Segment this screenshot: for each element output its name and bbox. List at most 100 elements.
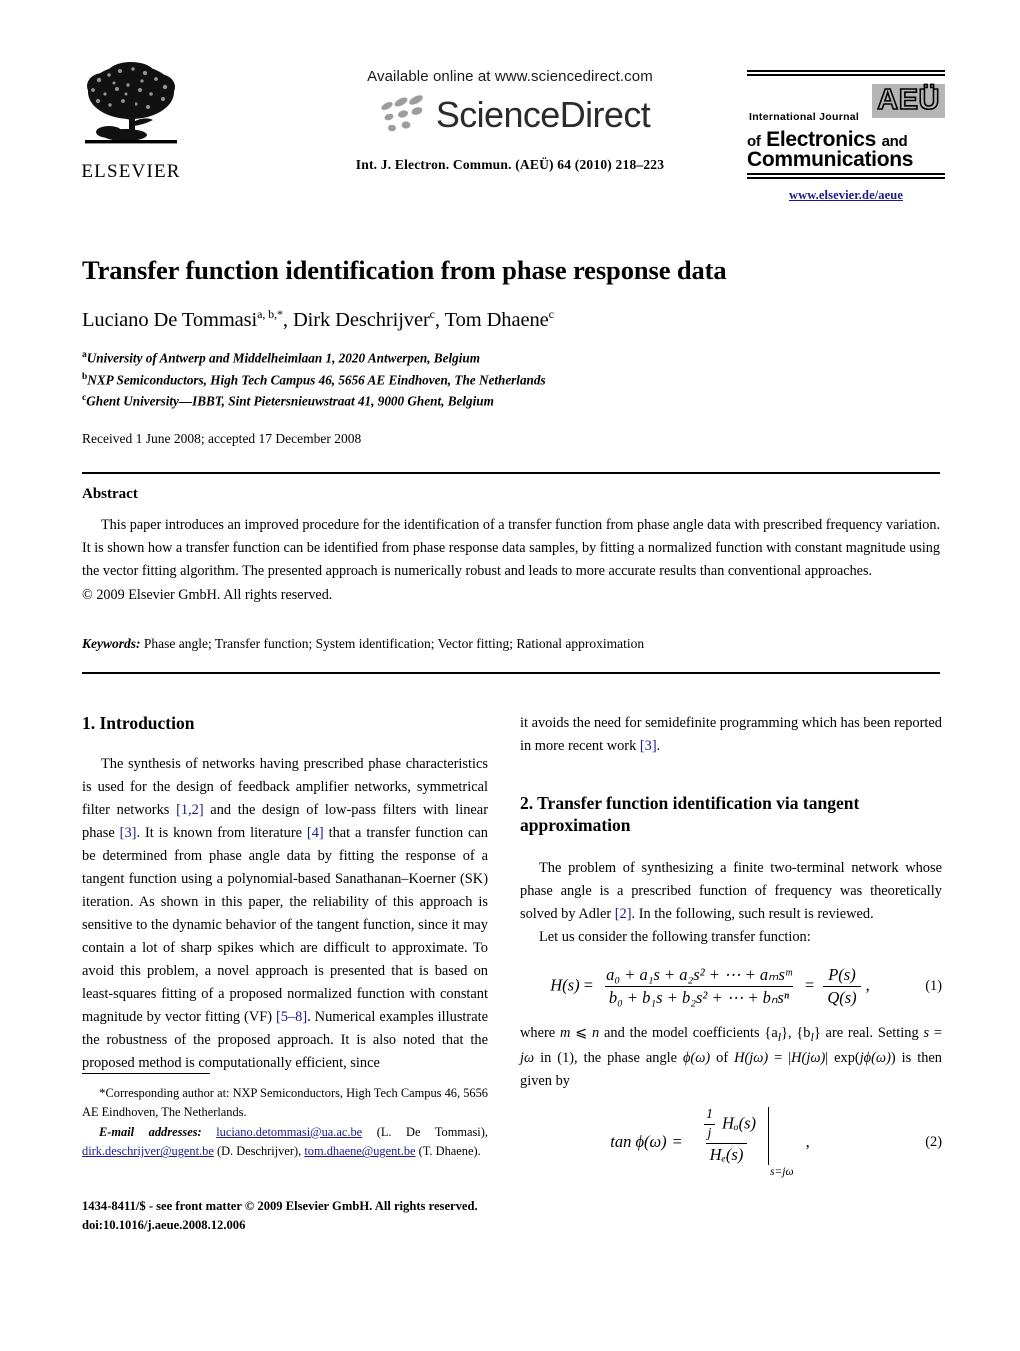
affiliation-text: Ghent University—IBBT, Sint Pietersnieuw…	[86, 393, 494, 409]
sciencedirect-block: Available online at www.sciencedirect.co…	[300, 68, 720, 173]
keywords-line: Keywords: Phase angle; Transfer function…	[82, 636, 940, 652]
sec2-text-b: . In the following, such result is revie…	[631, 905, 874, 922]
aeu-logo-inner: International Journal AEÜ of Electronics…	[747, 82, 945, 171]
citation-ref-5-8[interactable]: [5–8]	[276, 1009, 307, 1025]
equation-2-outer-denominator: Hₑ(s)	[705, 1142, 748, 1165]
page-title: Transfer function identification from ph…	[82, 255, 727, 285]
introduction-paragraph: The synthesis of networks having prescri…	[82, 753, 488, 1075]
title-block: Transfer function identification from ph…	[82, 255, 942, 447]
citation-ref-2[interactable]: [2]	[615, 906, 632, 922]
citation-ref-4[interactable]: [4]	[307, 825, 324, 841]
after-eq1-c: }, {b	[781, 1024, 811, 1041]
equation-1-number: (1)	[925, 977, 942, 994]
email-addresses-label: E-mail addresses:	[99, 1124, 202, 1139]
journal-article-page: ELSEVIER Available online at www.science…	[0, 0, 1020, 1351]
right-cont-text-a: it avoids the need for semidefinite prog…	[520, 715, 942, 754]
aeu-badge: AEÜ	[872, 84, 945, 118]
equation-2-inner-denominator: j	[703, 1123, 716, 1142]
abstract-block: Abstract This paper introduces an improv…	[82, 486, 940, 607]
author-affiliation-marker-1: a, b,*	[257, 307, 283, 322]
elsevier-tree-icon	[85, 62, 177, 144]
email-addresses-note: E-mail addresses: luciano.detommasi@ua.a…	[82, 1123, 488, 1162]
equation-2-lhs: tan ϕ(ω)	[610, 1132, 667, 1152]
citation-ref-3-right[interactable]: [3]	[640, 738, 657, 754]
citation-ref-1-2[interactable]: [1,2]	[176, 802, 204, 818]
affiliation-item: aUniversity of Antwerp and Middelheimlaa…	[82, 348, 942, 369]
after-eq1-g: = |	[768, 1049, 792, 1066]
aeu-badge-text: AEÜ	[876, 84, 940, 116]
affiliation-list: aUniversity of Antwerp and Middelheimlaa…	[82, 348, 942, 412]
sciencedirect-wordmark: ScienceDirect	[435, 94, 651, 135]
keywords-value: Phase angle; Transfer function; System i…	[143, 636, 645, 651]
keywords-label: Keywords:	[82, 636, 141, 651]
email-owner-1: (L. De Tommasi),	[362, 1124, 488, 1139]
author-name-1: Luciano De Tommasi	[82, 309, 258, 332]
doi-line: doi:10.1016/j.aeue.2008.12.006	[82, 1218, 246, 1233]
corresponding-author-text: Corresponding author at: NXP Semiconduct…	[82, 1086, 488, 1120]
section2-paragraph-2: Let us consider the following transfer f…	[539, 928, 811, 945]
abstract-bottom-rule	[82, 672, 940, 674]
affiliation-text: University of Antwerp and Middelheimlaan…	[86, 350, 480, 366]
equation-1-rhs-fraction: P(s) Q(s)	[823, 965, 861, 1008]
corresponding-author-note: *Corresponding author at: NXP Semiconduc…	[82, 1083, 488, 1123]
equation-1-comma: ,	[865, 974, 870, 994]
after-eq1-b: and the model coefficients {a	[599, 1024, 778, 1041]
section-heading-transfer-function: 2. Transfer function identification via …	[520, 792, 860, 836]
email-link-1[interactable]: luciano.detommasi@ua.ac.be	[216, 1125, 362, 1139]
issn-copyright-line: 1434-8411/$ - see front matter © 2009 El…	[82, 1199, 478, 1213]
jphi-symbol: jϕ(ω)	[859, 1049, 891, 1066]
email-owner-2: (D. Deschrijver),	[213, 1144, 305, 1159]
masthead: ELSEVIER Available online at www.science…	[75, 48, 945, 213]
aeu-communications-label: Communications	[747, 148, 914, 171]
equation-1-row: H(s) = a₀ + a₁s + a₂s² + ⋯ + aₘsᵐ b₀ + b…	[520, 965, 942, 1008]
aeu-rule-top	[747, 70, 945, 76]
publisher-url-link[interactable]: www.elsevier.de/aeue	[747, 188, 945, 203]
email-owner-3: (T. Dhaene).	[415, 1144, 481, 1159]
imprint-block: 1434-8411/$ - see front matter © 2009 El…	[82, 1197, 512, 1235]
affiliation-item: bNXP Semiconductors, High Tech Campus 46…	[82, 370, 942, 391]
affiliation-item: cGhent University—IBBT, Sint Pietersnieu…	[82, 391, 942, 412]
transfer-function-jomega-2: H(jω)	[791, 1049, 826, 1066]
equation-2-odd-part: Hₒ(s)	[721, 1112, 757, 1132]
aeu-international-journal-label: International Journal	[749, 111, 860, 123]
left-column: 1. Introduction The synthesis of network…	[82, 712, 488, 1075]
equation-2-inner-numerator: 1	[705, 1106, 713, 1122]
section2-paragraph-1: The problem of synthesizing a finite two…	[520, 857, 942, 926]
equation-1-main-fraction: a₀ + a₁s + a₂s² + ⋯ + aₘsᵐ b₀ + b₁s + b₂…	[602, 965, 796, 1008]
right-column: it avoids the need for semidefinite prog…	[520, 712, 942, 1178]
after-eq1-f: of	[710, 1049, 735, 1066]
footnote-block: *Corresponding author at: NXP Semiconduc…	[82, 1083, 488, 1162]
equation-1-rhs-denominator: Q(s)	[823, 985, 861, 1008]
after-eq1-d: } are real. Setting	[813, 1024, 924, 1041]
evaluation-vertical-rule	[768, 1106, 770, 1165]
citation-ref-3[interactable]: [3]	[120, 825, 137, 841]
equation-1-body: H(s) = a₀ + a₁s + a₂s² + ⋯ + aₘsᵐ b₀ + b…	[520, 965, 900, 1008]
variable-jomega: jω	[520, 1049, 535, 1066]
equation-2-row: tan ϕ(ω) = 1 j Hₒ(s) Hₑ(s) s=jω , (2)	[520, 1106, 942, 1178]
author-name-2: , Dirk Deschrijver	[282, 309, 430, 332]
elsevier-wordmark: ELSEVIER	[81, 161, 181, 182]
article-history: Received 1 June 2008; accepted 17 Decemb…	[82, 431, 362, 447]
equation-1-equals: =	[583, 974, 593, 994]
equation-2-outer-numerator: 1 j Hₒ(s)	[693, 1107, 760, 1143]
equation-2-expression: tan ϕ(ω) = 1 j Hₒ(s) Hₑ(s) s=jω ,	[610, 1106, 810, 1178]
phase-angle-symbol: ϕ(ω)	[682, 1049, 711, 1066]
right-cont-text-b: .	[656, 737, 661, 754]
aeu-rule-bottom	[747, 173, 945, 179]
email-link-3[interactable]: tom.dhaene@ugent.be	[304, 1144, 415, 1158]
equation-2-number: (2)	[925, 1133, 942, 1150]
introduction-continuation-paragraph: it avoids the need for semidefinite prog…	[520, 712, 942, 758]
section-heading-introduction: 1. Introduction	[82, 713, 195, 733]
equation-2-equals: =	[672, 1132, 682, 1152]
equation-1-denominator: b₀ + b₁s + b₂s² + ⋯ + bₙsⁿ	[604, 985, 794, 1008]
equation-2-fraction-group: 1 j Hₒ(s) Hₑ(s) s=jω	[688, 1106, 794, 1178]
sciencedirect-logo: ScienceDirect	[300, 93, 720, 137]
equation-2-evaluation-bar: s=jω	[768, 1106, 794, 1178]
available-online-text: Available online at www.sciencedirect.co…	[367, 68, 653, 85]
abstract-heading: Abstract	[82, 486, 138, 502]
after-eq1-a: where	[520, 1024, 560, 1041]
equation-1-lhs: H(s)	[550, 974, 580, 994]
equation-1-expression: H(s) = a₀ + a₁s + a₂s² + ⋯ + aₘsᵐ b₀ + b…	[550, 965, 870, 1008]
after-eq1-h: | exp(	[825, 1049, 860, 1066]
email-link-2[interactable]: dirk.deschrijver@ugent.be	[82, 1144, 214, 1158]
